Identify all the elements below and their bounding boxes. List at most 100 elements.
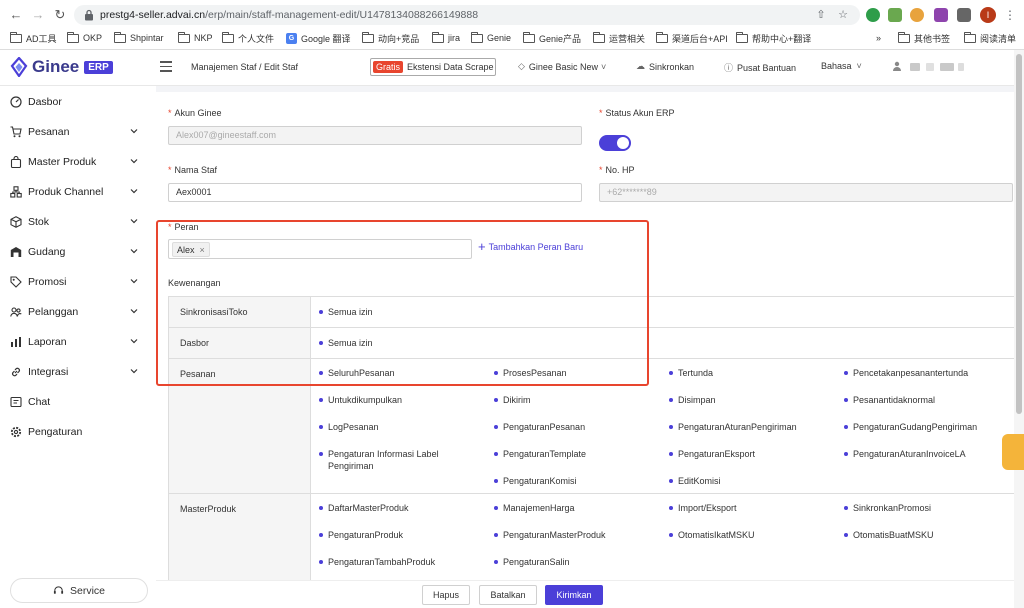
user-icon[interactable] bbox=[893, 61, 901, 71]
url-text: prestg4-seller.advai.cn/erp/main/staff-m… bbox=[100, 9, 478, 21]
permission-row-sinkronisasitoko: SinkronisasiToko Semua izin bbox=[169, 297, 1014, 328]
url-bar-row: ← → ↻ prestg4-seller.advai.cn/erp/main/s… bbox=[0, 4, 1024, 26]
extension-evernote-icon[interactable] bbox=[866, 8, 880, 22]
address-bar[interactable]: prestg4-seller.advai.cn/erp/main/staff-m… bbox=[74, 5, 860, 25]
users-icon bbox=[10, 307, 22, 317]
sidebar-item-pesanan[interactable]: Pesanan bbox=[0, 118, 156, 146]
sidebar-item-dasbor[interactable]: Dasbor bbox=[0, 88, 156, 116]
bookmark-item[interactable]: 渠道后台+API bbox=[656, 31, 728, 45]
permission-item: PengaturanKomisi bbox=[494, 475, 577, 487]
sidebar-item-pelanggan[interactable]: Pelanggan bbox=[0, 298, 156, 326]
sidebar-item-laporan[interactable]: Laporan bbox=[0, 328, 156, 356]
bookmark-item[interactable]: jira bbox=[432, 31, 460, 45]
bookmark-item[interactable]: Genie bbox=[471, 31, 511, 45]
sidebar-item-promosi[interactable]: Promosi bbox=[0, 268, 156, 296]
nama-staf-input[interactable]: Aex0001 bbox=[168, 183, 582, 202]
forward-icon[interactable]: → bbox=[30, 7, 46, 23]
bookmark-item[interactable]: AD工具 bbox=[10, 31, 57, 45]
permission-item: PengaturanTambahProduk bbox=[319, 556, 435, 568]
url-path: /erp/main/staff-management-edit/U1478134… bbox=[205, 9, 479, 21]
sidebar-item-produk-channel[interactable]: Produk Channel bbox=[0, 178, 156, 206]
close-icon[interactable]: × bbox=[200, 245, 205, 255]
permission-item: PengaturanSalin bbox=[494, 556, 570, 568]
other-bookmarks[interactable]: 其他书签 bbox=[898, 31, 950, 45]
extension-shield-icon[interactable] bbox=[910, 8, 924, 22]
reading-list[interactable]: 阅读清单 bbox=[964, 31, 1016, 45]
permission-row-pesanan: Pesanan SeluruhPesanan ProsesPesanan Ter… bbox=[169, 359, 1014, 494]
sidebar-item-pengaturan[interactable]: Pengaturan bbox=[0, 418, 156, 446]
akun-ginee-input: Alex007@gineestaff.com bbox=[168, 126, 582, 145]
lock-icon bbox=[85, 9, 93, 21]
breadcrumb: Manajemen Staf / Edit Staf bbox=[191, 62, 299, 72]
share-icon[interactable]: ⇧ bbox=[814, 8, 828, 22]
permission-item: ManajemenHarga bbox=[494, 502, 575, 514]
bookmark-item[interactable]: 帮助中心+翻译 bbox=[736, 31, 811, 45]
sidebar-item-stok[interactable]: Stok bbox=[0, 208, 156, 236]
permission-item: DaftarMasterProduk bbox=[319, 502, 409, 514]
peran-select[interactable] bbox=[168, 239, 472, 259]
bookmark-item[interactable]: 个人文件 bbox=[222, 31, 274, 45]
bookmarks-bar: AD工具 OKP Shpintar NKP 个人文件 G Google 翻译 动向… bbox=[0, 29, 1024, 47]
floating-help-button[interactable] bbox=[1002, 434, 1024, 470]
submit-button[interactable]: Kirimkan bbox=[545, 585, 603, 605]
promo-badge: Gratis bbox=[373, 61, 404, 73]
browser-menu-icon[interactable]: ⋮ bbox=[1004, 7, 1016, 23]
channel-icon bbox=[10, 186, 22, 198]
bookmarks-overflow[interactable]: » bbox=[876, 31, 881, 45]
permission-item: PengaturanMasterProduk bbox=[494, 529, 606, 541]
sidebar-item-gudang[interactable]: Gudang bbox=[0, 238, 156, 266]
scrollbar-thumb[interactable] bbox=[1016, 54, 1022, 414]
promo-button[interactable]: Gratis Ekstensi Data Scrape bbox=[370, 58, 496, 76]
bookmark-item[interactable]: OKP bbox=[67, 31, 102, 45]
bookmark-item[interactable]: NKP bbox=[178, 31, 213, 45]
extension-puzzle-icon[interactable] bbox=[957, 8, 971, 22]
chat-icon bbox=[10, 396, 22, 408]
sidebar-item-integrasi[interactable]: Integrasi bbox=[0, 358, 156, 386]
language-dropdown[interactable]: Bahasa ˅ bbox=[821, 61, 862, 71]
sidebar-item-chat[interactable]: Chat bbox=[0, 388, 156, 416]
service-button[interactable]: Service bbox=[10, 578, 148, 603]
star-icon[interactable]: ☆ bbox=[836, 8, 850, 22]
page-scrollbar[interactable] bbox=[1014, 50, 1024, 608]
delete-button[interactable]: Hapus bbox=[422, 585, 470, 605]
folder-icon bbox=[898, 31, 910, 43]
no-hp-input: +62*******89 bbox=[599, 183, 1013, 202]
folder-icon bbox=[432, 31, 444, 43]
reload-icon[interactable]: ↻ bbox=[52, 7, 68, 23]
help-center-link[interactable]: ⓘ Pusat Bantuan bbox=[724, 61, 796, 74]
extension-android-icon[interactable] bbox=[888, 8, 902, 22]
cart-icon bbox=[10, 126, 22, 138]
back-icon[interactable]: ← bbox=[8, 7, 24, 23]
permission-row-dasbor: Dasbor Semua izin bbox=[169, 328, 1014, 359]
sidebar-item-master-produk[interactable]: Master Produk bbox=[0, 148, 156, 176]
bookmark-item[interactable]: 动向+竞品 bbox=[362, 31, 419, 45]
browser-chrome: ← → ↻ prestg4-seller.advai.cn/erp/main/s… bbox=[0, 0, 1024, 50]
box-icon bbox=[10, 216, 22, 228]
promo-text: Ekstensi Data Scrape bbox=[407, 62, 494, 72]
permission-item: SeluruhPesanan bbox=[319, 367, 395, 379]
bookmark-item[interactable]: Shpintar bbox=[114, 31, 164, 45]
logo-text: Ginee bbox=[32, 57, 80, 76]
add-role-button[interactable]: + Tambahkan Peran Baru bbox=[478, 240, 583, 253]
redacted-user-info bbox=[910, 63, 920, 71]
profile-avatar[interactable]: I bbox=[980, 7, 996, 23]
gear-icon bbox=[10, 426, 22, 438]
permission-category: SinkronisasiToko bbox=[169, 297, 311, 327]
chart-icon bbox=[11, 337, 21, 347]
bookmark-item[interactable]: Genie产品 bbox=[523, 31, 581, 45]
url-host: prestg4-seller.advai.cn bbox=[100, 9, 206, 21]
extension-purple-icon[interactable] bbox=[934, 8, 948, 22]
status-akun-toggle[interactable] bbox=[599, 135, 631, 151]
sync-button[interactable]: ☁ Sinkronkan bbox=[636, 61, 694, 72]
cancel-button[interactable]: Batalkan bbox=[479, 585, 537, 605]
bookmark-item[interactable]: G Google 翻译 bbox=[286, 31, 351, 45]
bookmark-item[interactable]: 运营相关 bbox=[593, 31, 645, 45]
logo[interactable]: Ginee ERP bbox=[10, 57, 113, 77]
peran-tag[interactable]: Alex × bbox=[172, 242, 210, 257]
chevron-down-icon bbox=[130, 129, 138, 134]
menu-toggle-icon[interactable] bbox=[160, 61, 172, 73]
permission-item: Dikirim bbox=[494, 394, 531, 406]
chevron-down-icon: ˅ bbox=[600, 61, 607, 72]
plan-dropdown[interactable]: ◇ Ginee Basic New ˅ bbox=[518, 61, 606, 72]
redacted-user-info bbox=[958, 63, 964, 71]
